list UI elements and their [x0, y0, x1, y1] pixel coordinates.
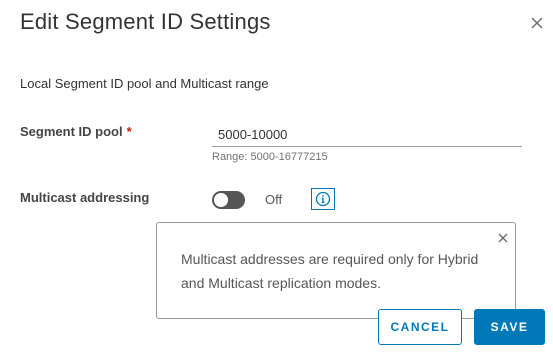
toggle-knob [214, 193, 228, 207]
required-marker: * [126, 124, 132, 139]
popover-close-button[interactable] [497, 231, 509, 243]
close-dialog-button[interactable] [527, 13, 547, 33]
multicast-toggle-state: Off [265, 192, 283, 207]
section-heading: Local Segment ID pool and Multicast rang… [20, 76, 269, 91]
dialog-title: Edit Segment ID Settings [20, 9, 271, 34]
multicast-info-popover: Multicast addresses are required only fo… [156, 222, 516, 319]
segment-id-pool-label-text: Segment ID pool [20, 124, 123, 139]
info-icon [315, 191, 331, 207]
multicast-addressing-label: Multicast addressing [20, 190, 150, 205]
close-icon [531, 17, 543, 29]
segment-id-pool-helper: Range: 5000-16777215 [212, 151, 328, 163]
close-icon [498, 233, 508, 243]
segment-id-pool-label: Segment ID pool * [20, 124, 132, 139]
save-button[interactable]: SAVE [474, 309, 545, 345]
multicast-toggle[interactable] [212, 191, 245, 209]
edit-segment-id-dialog: Edit Segment ID Settings Local Segment I… [0, 0, 553, 356]
cancel-button[interactable]: CANCEL [378, 309, 462, 345]
multicast-info-button[interactable] [311, 188, 335, 210]
segment-id-pool-input[interactable] [212, 123, 522, 147]
popover-message: Multicast addresses are required only fo… [181, 251, 479, 291]
